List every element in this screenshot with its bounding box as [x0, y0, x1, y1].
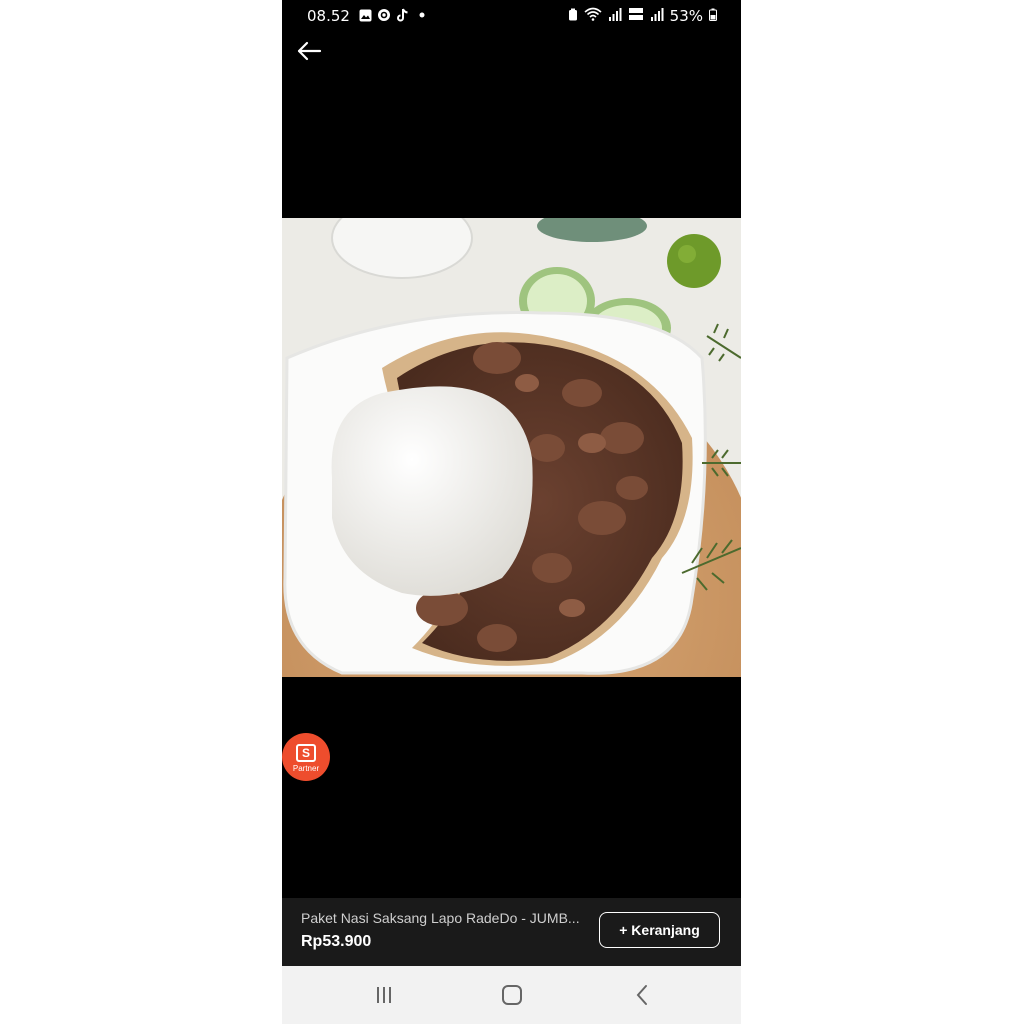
notification-dot-icon [415, 8, 429, 22]
signal-icon [650, 7, 664, 25]
back-icon [636, 985, 647, 1005]
system-nav-bar [282, 966, 741, 1024]
volte-icon [628, 7, 644, 25]
phone-screen: 08.52 53% S Partner Paket Nasi Saksang L… [282, 0, 741, 1024]
battery-saver-icon [568, 7, 578, 25]
product-image[interactable] [282, 218, 741, 677]
back-button[interactable] [292, 36, 326, 66]
battery-icon [709, 7, 717, 25]
wifi-icon [584, 7, 602, 25]
tiktok-icon [396, 8, 410, 22]
recents-icon [377, 987, 391, 1003]
status-icons-right: 53% [568, 7, 717, 25]
shopee-bag-icon: S [296, 743, 316, 762]
status-bar: 08.52 53% [282, 0, 741, 32]
shopee-partner-badge[interactable]: S Partner [282, 733, 330, 781]
home-icon [502, 985, 522, 1005]
partner-label: Partner [292, 763, 320, 773]
product-price: Rp53.900 [301, 933, 372, 950]
gallery-icon [358, 8, 372, 22]
battery-level: 53% [669, 7, 703, 25]
recents-button[interactable] [364, 980, 404, 1010]
product-title[interactable]: Paket Nasi Saksang Lapo RadeDo - JUMB... [301, 910, 591, 926]
nav-back-button[interactable] [622, 980, 662, 1010]
threads-icon [377, 8, 391, 22]
signal-icon [608, 7, 622, 25]
status-time: 08.52 [307, 7, 350, 25]
status-icons-left [358, 8, 429, 22]
arrow-left-icon [297, 41, 322, 61]
add-to-cart-button[interactable]: + Keranjang [599, 912, 720, 948]
product-bottom-bar: Paket Nasi Saksang Lapo RadeDo - JUMB...… [282, 898, 741, 966]
home-button[interactable] [492, 980, 532, 1010]
